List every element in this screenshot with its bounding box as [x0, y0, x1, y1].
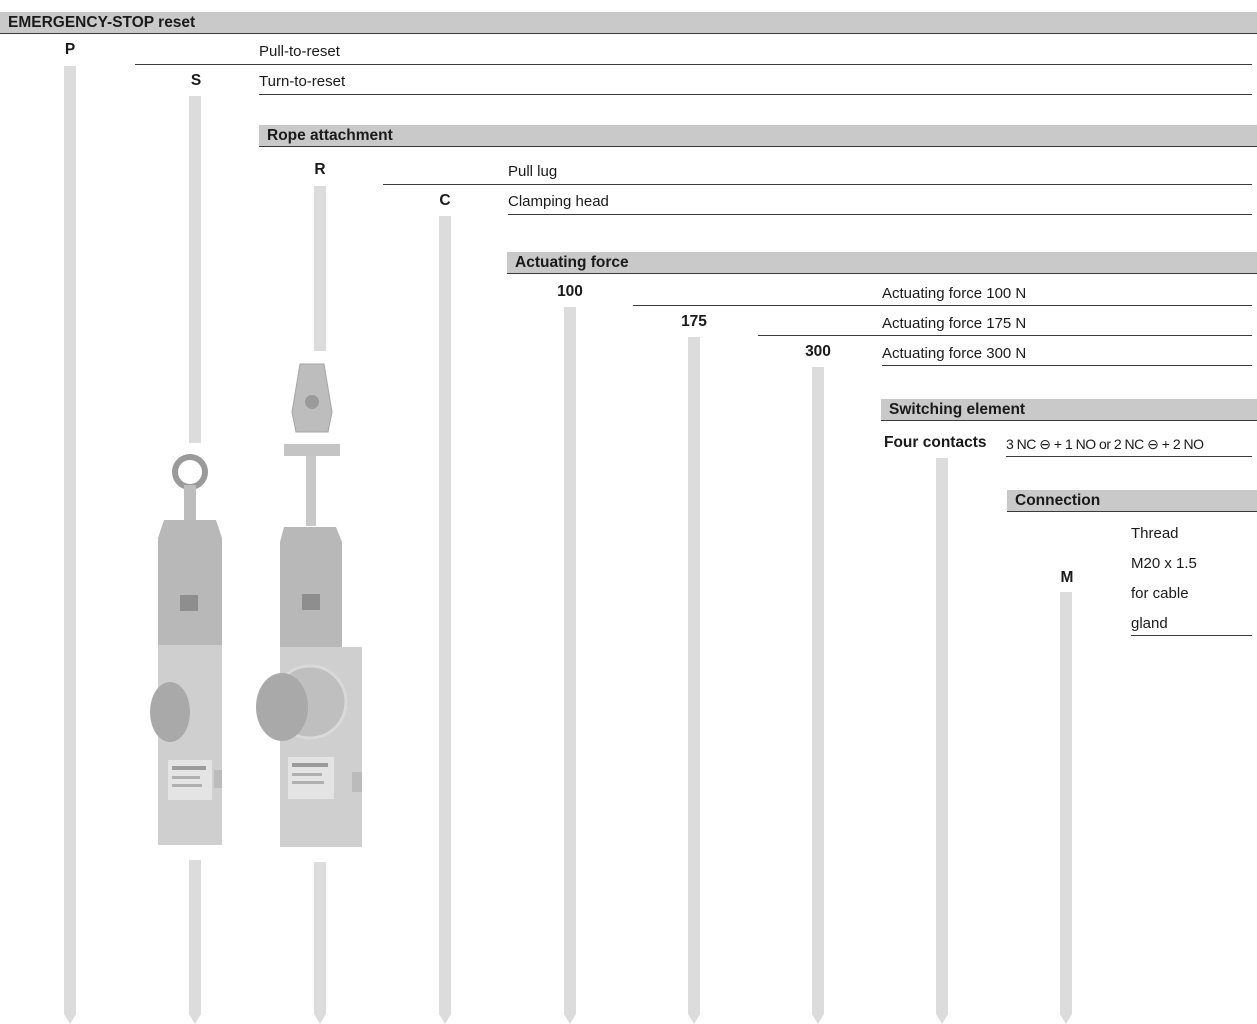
code-c: C — [439, 192, 451, 209]
header-actuating-force: Actuating force — [507, 252, 1257, 274]
stem-r-arrow — [314, 1014, 326, 1024]
rule-s — [259, 94, 1252, 95]
label-pull-to-reset: Pull-to-reset — [259, 43, 340, 60]
rule-c — [508, 214, 1252, 215]
stem-four-contacts — [936, 458, 948, 1014]
code-175: 175 — [681, 313, 707, 330]
label-pull-lug: Pull lug — [508, 163, 558, 180]
stem-r-upper — [314, 186, 326, 351]
stem-s-arrow — [189, 1014, 201, 1024]
label-force-100: Actuating force 100 N — [882, 285, 1027, 302]
rule-contacts — [1006, 456, 1252, 457]
rule-p — [135, 64, 1252, 65]
label-thread-line-4: gland — [1131, 615, 1168, 632]
header-connection: Connection — [1007, 490, 1257, 512]
code-m: M — [1060, 569, 1074, 586]
product-image-pull-reset — [150, 454, 222, 845]
stem-175 — [688, 337, 700, 1014]
code-100: 100 — [557, 283, 583, 300]
product-image-turn-reset — [256, 363, 362, 847]
label-contacts: 3 NC ⊖ + 1 NO or 2 NC ⊖ + 2 NO — [1006, 436, 1204, 452]
label-turn-to-reset: Turn-to-reset — [259, 73, 346, 90]
rule-300 — [882, 365, 1252, 366]
stem-m-arrow — [1060, 1014, 1072, 1024]
header-switching-element: Switching element — [881, 399, 1257, 421]
rule-r — [383, 184, 1252, 185]
label-thread-line-1: Thread — [1131, 525, 1179, 542]
stem-175-arrow — [688, 1014, 700, 1024]
label-force-300: Actuating force 300 N — [882, 345, 1027, 362]
stem-100-arrow — [564, 1014, 576, 1024]
stem-m — [1060, 592, 1072, 1014]
code-r: R — [314, 161, 326, 178]
stem-s-lower — [189, 860, 201, 1014]
rule-175 — [758, 335, 1252, 336]
label-force-175: Actuating force 175 N — [882, 315, 1027, 332]
stem-300-arrow — [812, 1014, 824, 1024]
label-clamping-head: Clamping head — [508, 193, 609, 210]
code-four-contacts: Four contacts — [884, 434, 987, 451]
stem-p — [64, 66, 76, 1014]
stem-s-upper — [189, 96, 201, 443]
stem-four-contacts-arrow — [936, 1014, 948, 1024]
rule-100 — [633, 305, 1252, 306]
code-300: 300 — [805, 343, 831, 360]
stem-r-lower — [314, 862, 326, 1014]
stem-p-arrow — [64, 1014, 76, 1024]
stem-300 — [812, 367, 824, 1014]
stem-100 — [564, 307, 576, 1014]
rule-m — [1131, 635, 1252, 636]
header-emergency-stop-reset: EMERGENCY-STOP reset — [0, 12, 1257, 34]
header-rope-attachment: Rope attachment — [259, 125, 1257, 147]
stem-c-arrow — [439, 1014, 451, 1024]
code-p: P — [64, 41, 76, 58]
label-thread-line-2: M20 x 1.5 — [1131, 555, 1197, 572]
code-s: S — [190, 72, 202, 89]
stem-c — [439, 216, 451, 1014]
label-thread-line-3: for cable — [1131, 585, 1189, 602]
